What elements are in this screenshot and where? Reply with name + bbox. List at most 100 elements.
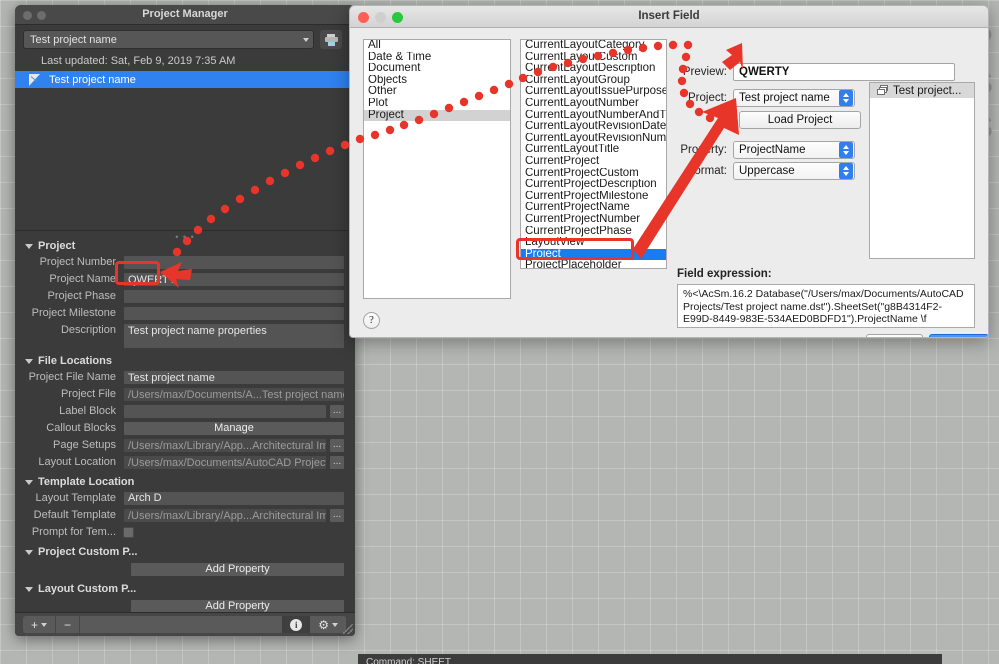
project-list-item-label: Test project name [49, 73, 136, 86]
field-list-item[interactable]: CurrentLayoutRevisionDate [521, 121, 666, 133]
info-button[interactable]: i [282, 616, 311, 633]
category-list-item[interactable]: Document [364, 63, 510, 75]
field-names-list[interactable]: CurrentLayoutCategory CurrentLayoutCustom… [520, 39, 667, 269]
field-project-milestone: Project Milestone [15, 306, 345, 321]
stepper-icon[interactable] [839, 163, 853, 179]
field-label: Layout Template [35, 492, 116, 504]
format-select-value: Uppercase [739, 165, 795, 177]
chevron-down-icon [25, 549, 33, 555]
field-project-phase: Project Phase [15, 289, 345, 304]
field-list-item[interactable]: CurrentLayoutNumberAndTitle [521, 110, 666, 122]
stepper-icon[interactable] [839, 142, 853, 158]
chevron-down-icon [25, 586, 33, 592]
add-button[interactable]: + [23, 616, 57, 633]
project-select[interactable]: Test project name [733, 89, 855, 107]
field-list-item[interactable]: CurrentLayoutDescription [521, 63, 666, 75]
project-phase-input[interactable] [123, 289, 345, 304]
field-list-item[interactable]: CurrentLayoutIssuePurpose [521, 86, 666, 98]
field-list-item[interactable]: ProjectPlaceholder [521, 260, 666, 268]
field-list-item[interactable]: CurrentLayoutNumber [521, 98, 666, 110]
manage-callout-blocks-button[interactable]: Manage [123, 421, 345, 436]
label-block-input[interactable] [123, 404, 327, 419]
default-template-browse-button[interactable]: ... [329, 508, 345, 523]
field-list-item[interactable]: CurrentLayoutTitle [521, 144, 666, 156]
project-number-input[interactable] [123, 255, 345, 270]
project-file-name-input[interactable]: Test project name [123, 370, 345, 385]
field-list-item[interactable]: CurrentProject [521, 156, 666, 168]
command-line-bar: Command: SHEET [358, 654, 942, 664]
field-label: Default Template [33, 509, 116, 521]
category-list-item[interactable]: Other [364, 86, 510, 98]
field-list-item[interactable]: Project [521, 248, 666, 261]
field-list-item[interactable]: LayoutView [521, 237, 666, 249]
preview-label: Preview: [682, 66, 727, 78]
project-list-item[interactable]: Test project name [15, 71, 355, 88]
prompt-for-template-checkbox[interactable] [123, 527, 134, 538]
section-title: File Locations [38, 355, 112, 367]
section-title: Layout Custom P... [38, 583, 137, 595]
field-list-item[interactable]: CurrentProjectCustom [521, 168, 666, 180]
stepper-icon[interactable] [839, 90, 853, 106]
load-project-button[interactable]: Load Project [739, 111, 861, 129]
last-updated-text: Last updated: Sat, Feb 9, 2019 7:35 AM [41, 55, 236, 67]
field-expression-text[interactable]: %<\AcSm.16.2 Database("/Users/max/Docume… [677, 284, 975, 328]
category-list-item[interactable]: Date & Time [364, 52, 510, 64]
category-list-item[interactable]: Objects [364, 75, 510, 87]
field-list-item[interactable]: CurrentProjectDescription [521, 179, 666, 191]
print-button[interactable] [320, 30, 342, 49]
property-select[interactable]: ProjectName [733, 141, 855, 159]
settings-button[interactable]: ⚙ [310, 616, 347, 633]
field-category-list[interactable]: All Date & Time Document Objects Other Plot Pr… [363, 39, 511, 299]
property-label: Property: [680, 144, 727, 156]
field-list-item[interactable]: CurrentLayoutCategory [521, 40, 666, 52]
project-files-list[interactable]: Test project... [869, 82, 975, 259]
field-list-item[interactable]: CurrentProjectPhase [521, 226, 666, 238]
project-name-input[interactable]: QWERTY [123, 272, 345, 287]
help-button[interactable]: ? [363, 312, 380, 329]
preview-field[interactable]: QWERTY [733, 63, 955, 81]
project-label: Project: [688, 92, 727, 104]
category-list-item[interactable]: Project [364, 109, 510, 122]
add-project-property-button[interactable]: Add Property [130, 562, 345, 577]
info-icon: i [290, 618, 303, 631]
description-input[interactable]: Test project name properties [123, 323, 345, 349]
field-list-item[interactable]: CurrentProjectName [521, 202, 666, 214]
field-label: Project Phase [47, 290, 116, 302]
project-manager-titlebar[interactable]: Project Manager [15, 5, 355, 25]
page-setups-browse-button[interactable]: ... [329, 438, 345, 453]
section-header-layout-custom-properties[interactable]: Layout Custom P... [25, 583, 355, 595]
project-file-list-item[interactable]: Test project... [870, 83, 974, 98]
format-select[interactable]: Uppercase [733, 162, 855, 180]
section-title: Project Custom P... [38, 546, 138, 558]
splitter-grip-icon[interactable]: • • • [175, 232, 194, 242]
project-manager-window: Project Manager Test project name Last u… [15, 5, 355, 636]
field-list-item[interactable]: CurrentLayoutCustom [521, 52, 666, 64]
section-header-template-location[interactable]: Template Location [25, 476, 355, 488]
project-selector-dropdown[interactable]: Test project name [23, 30, 314, 49]
cancel-button[interactable]: Cancel [866, 334, 923, 337]
section-header-file-locations[interactable]: File Locations [25, 355, 355, 367]
add-button-label: + [31, 617, 39, 632]
field-callout-blocks: Callout Blocks Manage [15, 421, 345, 436]
project-milestone-input[interactable] [123, 306, 345, 321]
resize-handle[interactable] [343, 624, 353, 634]
field-list-item[interactable]: CurrentProjectNumber [521, 214, 666, 226]
choose-button[interactable]: Choose [929, 334, 988, 337]
layout-location-browse-button[interactable]: ... [329, 455, 345, 470]
field-default-template: Default Template /Users/max/Library/App.… [15, 508, 345, 523]
chevron-down-icon [332, 622, 338, 627]
preview-row: Preview: QWERTY [677, 63, 955, 81]
section-header-project-custom-properties[interactable]: Project Custom P... [25, 546, 355, 558]
field-list-item[interactable]: CurrentLayoutRevisionNumber [521, 133, 666, 145]
insert-field-title: Insert Field [638, 10, 700, 22]
category-list-item[interactable]: Plot [364, 98, 510, 110]
layout-template-dropdown[interactable]: Arch D [123, 491, 345, 506]
field-label: Callout Blocks [46, 422, 116, 434]
field-list-item[interactable]: CurrentLayoutGroup [521, 75, 666, 87]
insert-field-titlebar[interactable]: Insert Field [350, 6, 988, 28]
category-list-item[interactable]: All [364, 40, 510, 52]
field-list-item[interactable]: CurrentProjectMilestone [521, 191, 666, 203]
label-block-browse-button[interactable]: ... [329, 404, 345, 419]
remove-button[interactable]: − [56, 616, 81, 633]
properties-scroll-area[interactable]: • • • Project Project Number Project Nam… [15, 230, 355, 622]
